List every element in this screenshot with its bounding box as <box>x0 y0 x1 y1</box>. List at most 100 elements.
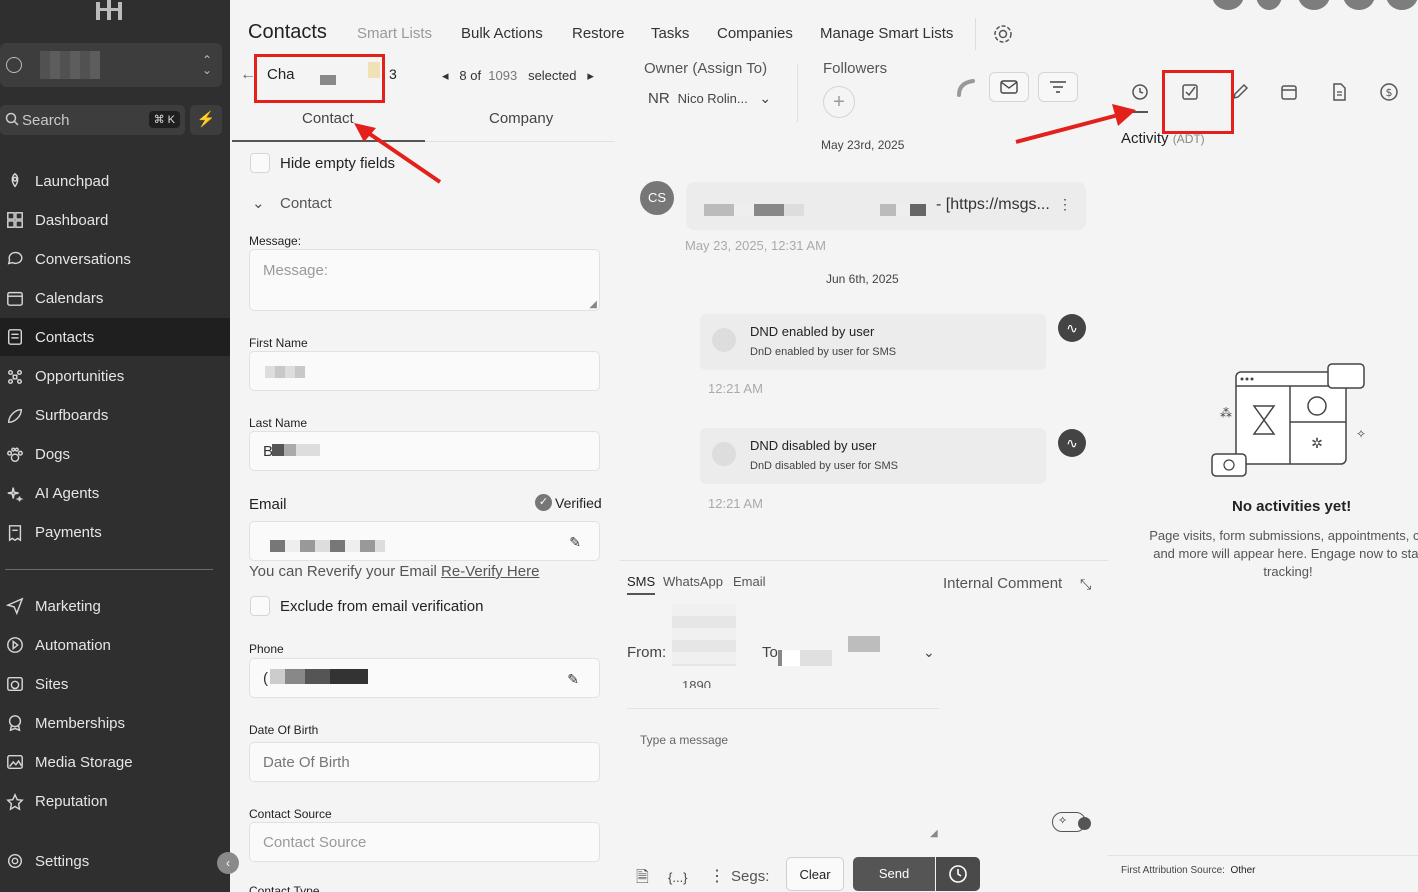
last-name-field[interactable]: B <box>249 431 600 471</box>
avatar[interactable] <box>1343 0 1375 10</box>
attribution-value: Other <box>1230 865 1256 876</box>
check-circle-icon: ✓ <box>535 494 552 511</box>
email-field[interactable]: ✎ <box>249 521 600 561</box>
contact-source-field[interactable]: Contact Source <box>249 822 600 862</box>
first-name-field[interactable] <box>249 351 600 391</box>
chevron-down-icon[interactable]: ⌄ <box>252 194 265 212</box>
filter-button[interactable] <box>1038 72 1078 102</box>
redacted-value <box>270 669 368 684</box>
chevron-down-icon[interactable]: ⌄ <box>923 644 935 661</box>
sidebar-item-launchpad[interactable]: Launchpad <box>0 162 230 200</box>
tab-divider <box>425 141 615 142</box>
tab-contact[interactable]: Contact <box>302 110 354 127</box>
avatar[interactable] <box>1386 0 1418 10</box>
sidebar-item-ai-agents[interactable]: AI Agents <box>0 475 230 513</box>
channel-tab-email[interactable]: Email <box>733 574 766 589</box>
dob-field[interactable]: Date Of Birth <box>249 742 600 782</box>
sidebar-item-label: Payments <box>35 524 102 542</box>
avatar[interactable] <box>1212 0 1244 10</box>
automation-icon <box>5 635 25 655</box>
prev-record-icon[interactable]: ◂ <box>442 68 449 83</box>
clear-button[interactable]: Clear <box>786 857 844 891</box>
filter-icon <box>1050 81 1066 93</box>
quick-action-button[interactable]: ⚡ <box>190 105 222 135</box>
template-icon[interactable]: 🗎 <box>636 866 649 892</box>
sidebar-item-marketing[interactable]: Marketing <box>0 587 230 625</box>
tab-restore[interactable]: Restore <box>572 25 625 42</box>
sidebar-item-automation[interactable]: Automation <box>0 626 230 664</box>
avatar[interactable] <box>1256 0 1282 10</box>
activity-pulse-icon[interactable]: ∿ <box>1058 314 1086 342</box>
activity-tab-label: Activity (ADT) <box>1121 130 1205 147</box>
activity-clock-icon[interactable] <box>1130 82 1150 102</box>
calendar-icon[interactable] <box>1279 82 1299 102</box>
badge-icon <box>5 713 25 733</box>
sidebar-item-reputation[interactable]: Reputation <box>0 783 230 821</box>
add-follower-button[interactable]: + <box>823 86 855 118</box>
collapse-icon[interactable]: ⤡ <box>1080 576 1091 593</box>
activity-pulse-icon[interactable]: ∿ <box>1058 429 1086 457</box>
empty-state-illustration: ✲ ⁂ ✧ <box>1211 363 1366 477</box>
channel-tab-whatsapp[interactable]: WhatsApp <box>663 574 723 589</box>
tab-tasks[interactable]: Tasks <box>651 25 689 42</box>
star-icon <box>5 792 25 812</box>
image-icon <box>5 752 25 772</box>
sidebar-item-memberships[interactable]: Memberships <box>0 704 230 742</box>
tab-smart-lists[interactable]: Smart Lists <box>357 25 432 42</box>
tab-bulk-actions[interactable]: Bulk Actions <box>461 25 543 42</box>
bell-off-icon <box>712 328 736 352</box>
internal-comment-tab[interactable]: Internal Comment <box>943 575 1062 592</box>
account-switcher[interactable]: ⌃ ⌄ <box>0 43 222 87</box>
channel-tab-sms[interactable]: SMS <box>627 574 656 595</box>
edit-pencil-icon[interactable]: ✎ <box>569 534 581 551</box>
sidebar-item-sites[interactable]: Sites <box>0 665 230 703</box>
schedule-send-button[interactable] <box>936 857 980 891</box>
document-icon[interactable] <box>1329 82 1349 102</box>
phone-field[interactable]: ( ✎ <box>249 658 600 698</box>
contact-source-label: Contact Source <box>249 807 332 821</box>
message-input[interactable]: Type a message <box>640 733 728 747</box>
reverify-link[interactable]: Re-Verify Here <box>441 563 539 580</box>
attribution-label: First Attribution Source: <box>1121 865 1225 876</box>
sidebar-item-media-storage[interactable]: Media Storage <box>0 743 230 781</box>
phone-icon[interactable] <box>955 77 977 99</box>
owner-select[interactable]: NR Nico Rolin... ⌄ <box>648 90 771 107</box>
sidebar-item-payments[interactable]: Payments <box>0 514 230 552</box>
tab-companies[interactable]: Companies <box>717 25 793 42</box>
next-record-icon[interactable]: ▸ <box>587 68 594 83</box>
hide-empty-checkbox[interactable] <box>250 153 270 173</box>
sidebar-item-surfboards[interactable]: Surfboards <box>0 397 230 435</box>
collapse-sidebar-button[interactable]: ‹ <box>217 852 239 874</box>
dollar-circle-icon[interactable]: $ <box>1379 82 1399 102</box>
sidebar-item-settings[interactable]: Settings <box>0 842 230 880</box>
exclude-verification-checkbox[interactable] <box>250 596 270 616</box>
resize-handle-icon[interactable]: ◢ <box>589 299 597 310</box>
sidebar-item-dogs[interactable]: Dogs <box>0 436 230 474</box>
sidebar-item-calendars[interactable]: Calendars <box>0 279 230 317</box>
settings-gear-icon[interactable] <box>992 23 1014 45</box>
sidebar-item-conversations[interactable]: Conversations <box>0 240 230 278</box>
resize-handle-icon[interactable]: ◢ <box>930 828 938 839</box>
event-desc: DnD enabled by user for SMS <box>750 346 897 358</box>
redacted-value <box>704 204 804 216</box>
section-contact-label[interactable]: Contact <box>280 195 332 212</box>
redacted-value <box>848 636 880 652</box>
activity-abbr: (ADT) <box>1172 132 1205 146</box>
more-vertical-icon[interactable]: ⋮ <box>709 866 725 886</box>
edit-pencil-icon[interactable]: ✎ <box>567 671 579 688</box>
sidebar-search[interactable]: Search ⌘ K <box>0 105 185 135</box>
custom-values-icon[interactable]: {...} <box>668 870 688 885</box>
sidebar-item-opportunities[interactable]: Opportunities <box>0 358 230 396</box>
email-action-button[interactable] <box>989 72 1029 102</box>
tab-manage-smart-lists[interactable]: Manage Smart Lists <box>820 25 953 42</box>
avatar[interactable] <box>1298 0 1330 10</box>
send-button[interactable]: Send <box>853 857 935 891</box>
tab-company[interactable]: Company <box>489 110 553 127</box>
exclude-verification-label: Exclude from email verification <box>280 598 484 615</box>
ai-toggle[interactable]: ✧ <box>1052 812 1091 832</box>
search-label: Search <box>22 112 70 129</box>
more-vertical-icon[interactable]: ⋮ <box>1058 196 1072 213</box>
message-field[interactable]: Message: ◢ <box>249 249 600 311</box>
sidebar-item-dashboard[interactable]: Dashboard <box>0 201 230 239</box>
sidebar-item-contacts[interactable]: Contacts <box>0 318 230 357</box>
